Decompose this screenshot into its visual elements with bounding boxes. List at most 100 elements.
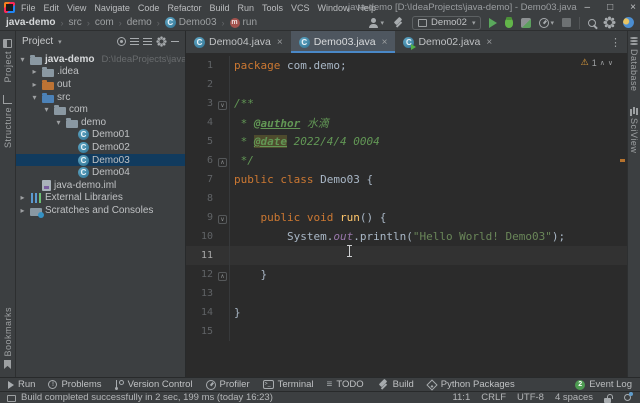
fold-marker-icon[interactable]: ∧ xyxy=(218,272,227,281)
tab-close-icon[interactable]: × xyxy=(382,37,388,48)
minimize-button[interactable]: – xyxy=(585,0,591,15)
stripe-item-sciview[interactable]: SciView xyxy=(629,106,639,153)
breadcrumb-com[interactable]: com xyxy=(95,17,114,28)
menu-refactor[interactable]: Refactor xyxy=(163,3,205,13)
tree-item-com[interactable]: ▾com xyxy=(16,103,185,116)
inspection-widget[interactable]: ⚠ 1 ∧ ∨ xyxy=(581,57,613,68)
menu-view[interactable]: View xyxy=(63,3,90,13)
search-icon[interactable] xyxy=(588,19,596,27)
tab-demo03-java[interactable]: CDemo03.java× xyxy=(291,31,396,53)
tool-window-problems[interactable]: !Problems xyxy=(48,379,101,390)
tool-window-todo[interactable]: ≡TODO xyxy=(327,379,364,390)
tree-arrow-icon[interactable]: ▸ xyxy=(30,67,39,76)
tab-demo02-java[interactable]: CDemo02.java× xyxy=(395,31,500,53)
fold-marker-icon[interactable]: ∨ xyxy=(218,215,227,224)
locate-file-icon[interactable] xyxy=(117,37,126,46)
stop-button[interactable] xyxy=(562,18,571,27)
maximize-button[interactable]: □ xyxy=(607,0,613,15)
settings-gear-icon[interactable] xyxy=(606,19,613,26)
project-panel-title[interactable]: Project xyxy=(22,36,53,47)
tree-item-out[interactable]: ▸out xyxy=(16,78,185,91)
tree-item-external-libraries[interactable]: ▸External Libraries xyxy=(16,192,185,205)
tree-arrow-icon[interactable]: ▾ xyxy=(18,55,27,64)
profiler-button[interactable]: ▾ xyxy=(539,18,554,28)
tool-window-version-control[interactable]: Version Control xyxy=(115,379,193,390)
code-line-1[interactable]: 1package com.demo; xyxy=(186,56,627,75)
menu-run[interactable]: Run xyxy=(233,3,258,13)
breadcrumb-java-demo[interactable]: java-demo xyxy=(6,17,55,28)
code-line-8[interactable]: 8 xyxy=(186,189,627,208)
tree-item-scratches-and-consoles[interactable]: ▸Scratches and Consoles xyxy=(16,204,185,217)
tab-close-icon[interactable]: × xyxy=(486,37,492,48)
code-line-13[interactable]: 13 xyxy=(186,284,627,303)
code-line-7[interactable]: 7public class Demo03 { xyxy=(186,170,627,189)
tree-item--idea[interactable]: ▸.idea xyxy=(16,66,185,79)
tab-close-icon[interactable]: × xyxy=(277,37,283,48)
stripe-item-structure[interactable]: Structure xyxy=(3,95,13,148)
tool-window-terminal[interactable]: >_Terminal xyxy=(263,379,314,390)
avatar-icon[interactable] xyxy=(623,17,634,28)
close-button[interactable]: × xyxy=(630,0,636,15)
debug-button[interactable] xyxy=(505,18,513,28)
indent-setting[interactable]: 4 spaces xyxy=(555,392,593,403)
tree-item-demo02[interactable]: CDemo02 xyxy=(16,141,185,154)
tool-window-python-packages[interactable]: Python Packages xyxy=(427,379,515,390)
menu-edit[interactable]: Edit xyxy=(40,3,64,13)
breadcrumb-demo[interactable]: demo xyxy=(127,17,152,28)
tab-options-icon[interactable]: ⋮ xyxy=(604,31,627,53)
next-issue-icon[interactable]: ∨ xyxy=(608,59,613,67)
tab-demo04-java[interactable]: CDemo04.java× xyxy=(186,31,291,53)
warning-stripe-mark[interactable] xyxy=(620,159,625,162)
stripe-item-bookmarks[interactable]: Bookmarks xyxy=(3,307,13,369)
tree-item-src[interactable]: ▾src xyxy=(16,91,185,104)
coverage-button[interactable] xyxy=(521,18,531,28)
fold-marker-icon[interactable]: ∨ xyxy=(218,101,227,110)
stripe-item-database[interactable]: Database xyxy=(629,37,639,92)
user-button[interactable]: ▾ xyxy=(368,18,385,28)
file-encoding[interactable]: UTF-8 xyxy=(517,392,544,403)
breadcrumb-demo03[interactable]: CDemo03 xyxy=(165,17,217,28)
run-button[interactable] xyxy=(489,18,497,28)
tree-item-java-demo[interactable]: ▾java-demoD:\IdeaProjects\java-demo xyxy=(16,53,185,66)
tree-item-java-demo-iml[interactable]: java-demo.iml xyxy=(16,179,185,192)
menu-vcs[interactable]: VCS xyxy=(287,3,314,13)
code-line-10[interactable]: 10 System.out.println("Hello World! Demo… xyxy=(186,227,627,246)
menu-tools[interactable]: Tools xyxy=(258,3,287,13)
breadcrumb-run[interactable]: mrun xyxy=(230,17,257,28)
notifications-gear-icon[interactable] xyxy=(624,394,631,401)
menu-build[interactable]: Build xyxy=(205,3,233,13)
hide-panel-icon[interactable] xyxy=(171,41,179,43)
tree-arrow-icon[interactable]: ▾ xyxy=(30,93,39,102)
stripe-item-project[interactable]: Project xyxy=(3,39,13,83)
code-line-5[interactable]: 5 * @date 2022/4/4 0004 xyxy=(186,132,627,151)
lock-icon[interactable] xyxy=(604,398,611,403)
code-line-2[interactable]: 2 xyxy=(186,75,627,94)
menu-file[interactable]: File xyxy=(17,3,40,13)
code-line-6[interactable]: 6∧ */ xyxy=(186,151,627,170)
tree-item-demo04[interactable]: CDemo04 xyxy=(16,166,185,179)
tree-arrow-icon[interactable]: ▸ xyxy=(18,193,27,202)
caret-position[interactable]: 11:1 xyxy=(452,392,470,403)
tree-item-demo01[interactable]: CDemo01 xyxy=(16,129,185,142)
tool-window-build[interactable]: Build xyxy=(377,379,414,391)
code-line-15[interactable]: 15 xyxy=(186,322,627,341)
code-line-9[interactable]: 9∨ public void run() { xyxy=(186,208,627,227)
tree-arrow-icon[interactable]: ▸ xyxy=(30,80,39,89)
line-separator[interactable]: CRLF xyxy=(481,392,506,403)
tree-arrow-icon[interactable]: ▸ xyxy=(18,206,27,215)
expand-all-icon[interactable] xyxy=(130,41,139,43)
tool-window-profiler[interactable]: Profiler xyxy=(206,379,250,390)
menu-navigate[interactable]: Navigate xyxy=(90,3,134,13)
code-editor[interactable]: 1package com.demo;23∨/**4 * @author 水滴5 … xyxy=(186,53,627,377)
code-line-12[interactable]: 12∧ } xyxy=(186,265,627,284)
tree-arrow-icon[interactable]: ▾ xyxy=(42,105,51,114)
tree-arrow-icon[interactable]: ▾ xyxy=(54,118,63,127)
fold-marker-icon[interactable]: ∧ xyxy=(218,158,227,167)
tool-window-run[interactable]: Run xyxy=(8,379,35,390)
run-configuration-select[interactable]: Demo02 ▾ xyxy=(412,16,481,30)
tree-item-demo[interactable]: ▾demo xyxy=(16,116,185,129)
panel-settings-gear-icon[interactable] xyxy=(159,39,165,45)
code-line-14[interactable]: 14} xyxy=(186,303,627,322)
build-hammer-icon[interactable] xyxy=(392,17,404,29)
breadcrumb-src[interactable]: src xyxy=(68,17,81,28)
